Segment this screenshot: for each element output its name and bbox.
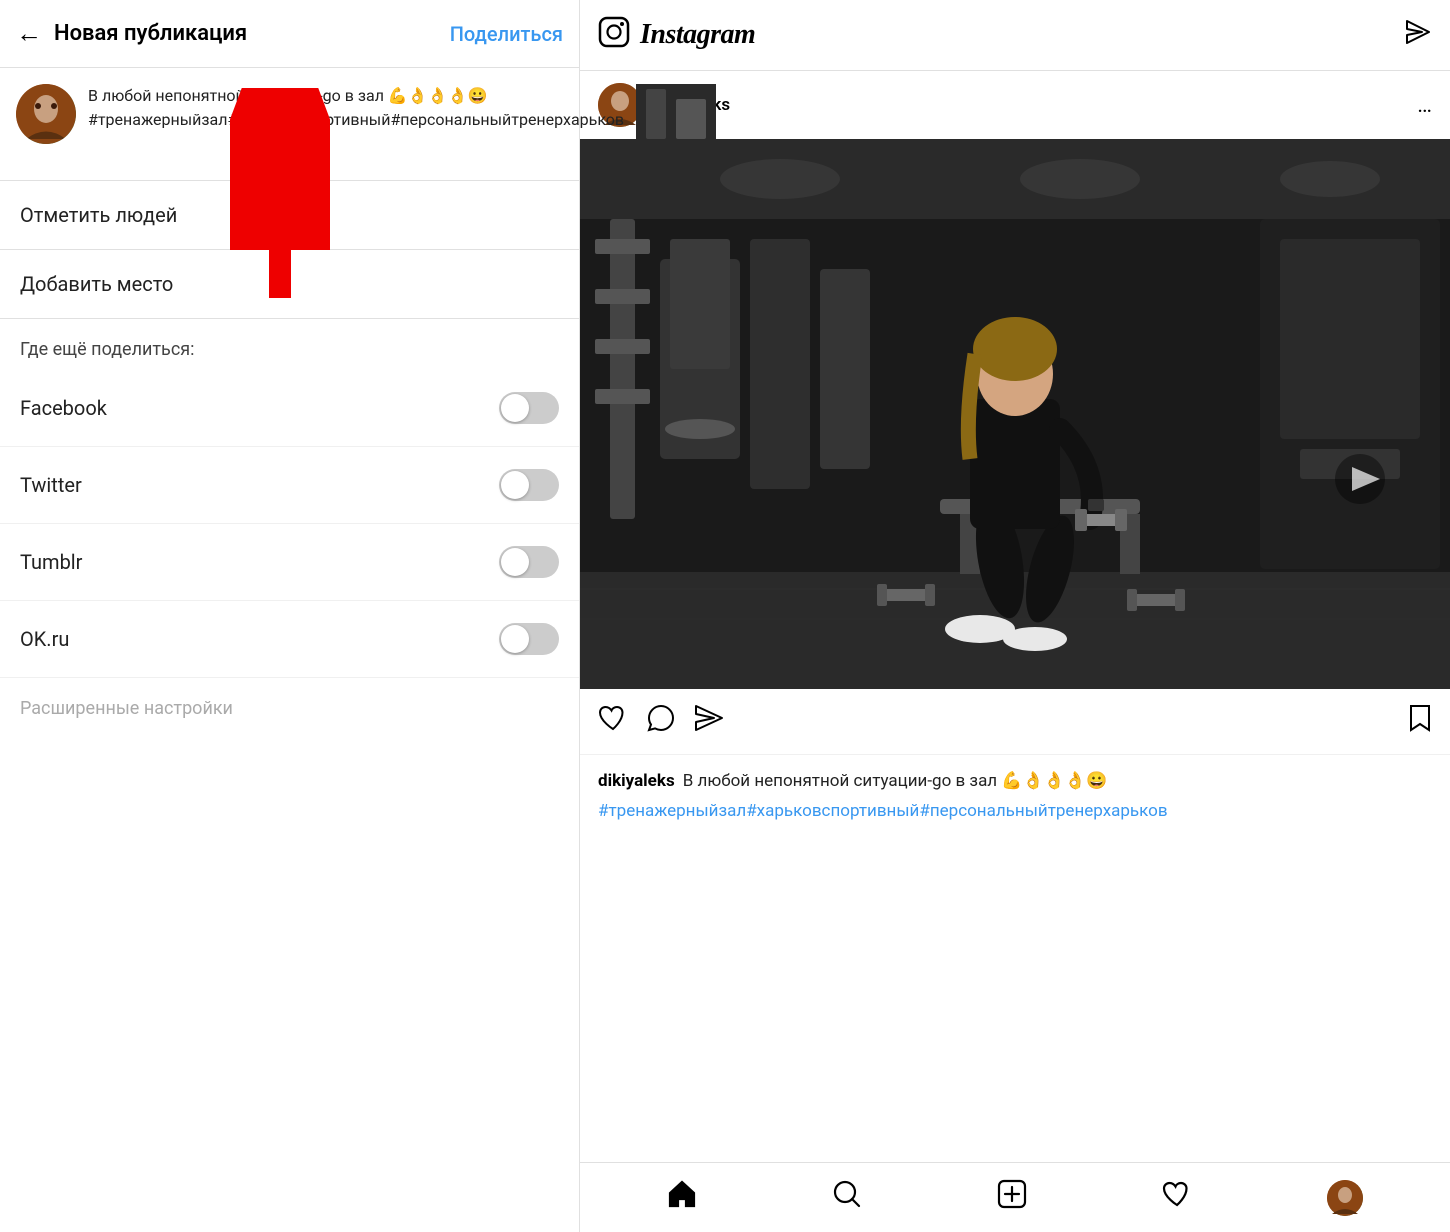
facebook-share-option: Facebook: [0, 370, 579, 447]
right-panel: Instagram dikiyaleks …: [580, 0, 1450, 1232]
add-location-menu-item[interactable]: Добавить место: [0, 250, 579, 319]
facebook-toggle-knob: [501, 394, 529, 422]
twitter-share-option: Twitter: [0, 447, 579, 524]
bookmark-button[interactable]: [1408, 703, 1432, 740]
profile-nav-button[interactable]: [1327, 1180, 1363, 1216]
twitter-toggle-knob: [501, 471, 529, 499]
post-more-button[interactable]: …: [1417, 93, 1432, 118]
twitter-toggle[interactable]: [499, 469, 559, 501]
left-panel: ← Новая публикация Поделиться В любой не…: [0, 0, 580, 1232]
action-bar: [580, 689, 1450, 755]
instagram-logo-text: Instagram: [640, 19, 1404, 51]
facebook-label: Facebook: [20, 396, 107, 420]
tag-people-menu-item[interactable]: Отметить людей: [0, 181, 579, 250]
page-title: Новая публикация: [54, 21, 450, 46]
post-username: dikiyaleks: [654, 95, 1417, 115]
home-nav-button[interactable]: [667, 1179, 697, 1216]
tumblr-label: Tumblr: [20, 550, 82, 574]
back-button[interactable]: ←: [16, 18, 42, 49]
share-button[interactable]: Поделиться: [450, 22, 563, 46]
action-icons-left: [598, 704, 1408, 739]
left-panel-content: В любой непонятной ситуации-go в зал 💪👌👌…: [0, 68, 579, 1232]
add-location-label: Добавить место: [20, 272, 173, 296]
tumblr-toggle[interactable]: [499, 546, 559, 578]
okru-toggle-knob: [501, 625, 529, 653]
caption-username: dikiyaleks: [598, 771, 675, 791]
advanced-settings-link[interactable]: Расширенные настройки: [0, 678, 579, 739]
share-post-button[interactable]: [694, 704, 724, 739]
twitter-label: Twitter: [20, 473, 82, 497]
okru-label: OK.ru: [20, 627, 69, 651]
send-icon[interactable]: [1404, 18, 1432, 52]
share-section-title: Где ещё поделиться:: [0, 319, 579, 370]
gym-photo: [580, 139, 1450, 689]
okru-share-option: OK.ru: [0, 601, 579, 678]
like-button[interactable]: [598, 704, 628, 739]
heart-nav-button[interactable]: [1162, 1180, 1192, 1215]
left-header: ← Новая публикация Поделиться: [0, 0, 579, 68]
instagram-camera-icon: [598, 16, 630, 54]
tumblr-toggle-knob: [501, 548, 529, 576]
caption-text: В любой непонятной ситуации-go в зал 💪👌👌…: [683, 771, 1108, 791]
user-avatar: [16, 84, 76, 144]
bottom-nav: [580, 1162, 1450, 1232]
comment-button[interactable]: [646, 704, 676, 739]
tumblr-share-option: Tumblr: [0, 524, 579, 601]
search-nav-button[interactable]: [832, 1179, 862, 1216]
facebook-toggle[interactable]: [499, 392, 559, 424]
add-nav-button[interactable]: [997, 1179, 1027, 1216]
post-preview: В любой непонятной ситуации-go в зал 💪👌👌…: [0, 68, 579, 181]
okru-toggle[interactable]: [499, 623, 559, 655]
caption-hashtags: #тренажерныйзал#харьковспортивный#персон…: [598, 799, 1432, 825]
instagram-header: Instagram: [580, 0, 1450, 71]
tag-people-label: Отметить людей: [20, 203, 177, 227]
caption-area: dikiyaleks В любой непонятной ситуации-go…: [580, 755, 1450, 1162]
post-caption-text: В любой непонятной ситуации-go в зал 💪👌👌…: [88, 84, 624, 132]
